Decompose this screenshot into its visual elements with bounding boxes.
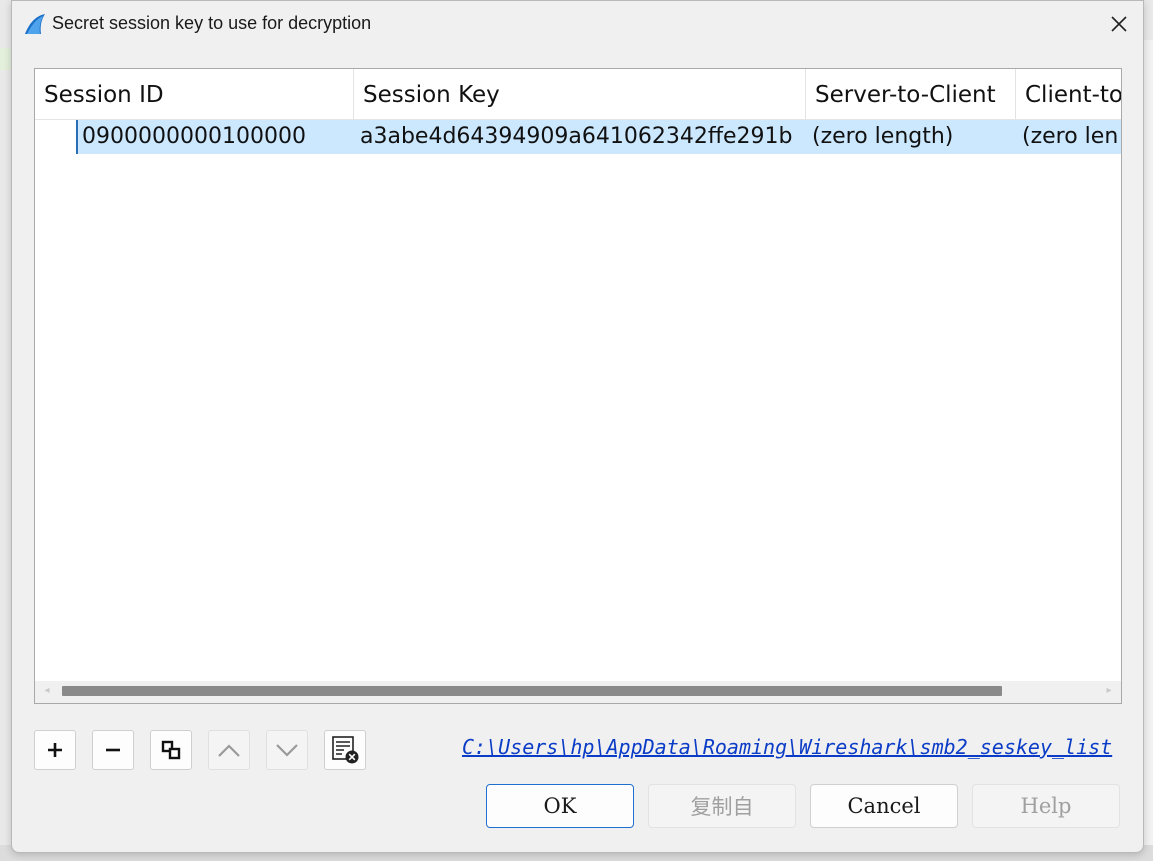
column-header-session-key[interactable]: Session Key	[354, 69, 806, 119]
column-header-session-id[interactable]: Session ID	[35, 69, 354, 119]
column-header-client-to-server[interactable]: Client-to	[1016, 69, 1121, 119]
cell-client-to-server[interactable]: (zero len	[1022, 120, 1121, 154]
close-button[interactable]	[1095, 1, 1143, 47]
cell-session-key[interactable]: a3abe4d64394909a641062342ffe291b	[360, 120, 810, 154]
clear-list-button[interactable]	[324, 730, 366, 770]
close-icon	[1111, 16, 1127, 32]
minus-icon	[106, 748, 120, 752]
horizontal-scrollbar[interactable]: ◂ ▸	[35, 681, 1121, 703]
help-button[interactable]: Help	[972, 784, 1120, 828]
copy-entry-button[interactable]	[150, 730, 192, 770]
background-app-edge	[1143, 40, 1153, 861]
scroll-right-icon[interactable]: ▸	[1103, 685, 1115, 697]
scroll-left-icon[interactable]: ◂	[41, 685, 53, 697]
cell-server-to-client[interactable]: (zero length)	[812, 120, 1012, 154]
remove-entry-button[interactable]	[92, 730, 134, 770]
ok-button[interactable]: OK	[486, 784, 634, 828]
table-row[interactable]: 0900000000100000 a3abe4d64394909a6410623…	[76, 120, 1121, 154]
chevron-up-icon	[218, 744, 240, 757]
column-header-server-to-client[interactable]: Server-to-Client	[806, 69, 1016, 119]
copy-icon	[161, 740, 181, 760]
copy-from-button[interactable]: 复制自	[648, 784, 796, 828]
title-bar: Secret session key to use for decryption	[12, 1, 1143, 47]
chevron-down-icon	[276, 744, 298, 757]
table-header: Session ID Session Key Server-to-Client …	[35, 69, 1121, 120]
cell-session-id[interactable]: 0900000000100000	[82, 120, 352, 154]
cancel-button[interactable]: Cancel	[810, 784, 958, 828]
clear-list-icon	[332, 736, 359, 764]
plus-icon	[48, 743, 62, 757]
session-key-dialog: Secret session key to use for decryption…	[11, 0, 1144, 853]
scrollbar-thumb[interactable]	[62, 686, 1002, 696]
move-up-button[interactable]	[208, 730, 250, 770]
move-down-button[interactable]	[266, 730, 308, 770]
window-title: Secret session key to use for decryption	[52, 13, 372, 33]
file-path-link[interactable]: C:\Users\hp\AppData\Roaming\Wireshark\sm…	[462, 735, 1112, 759]
session-key-table[interactable]: Session ID Session Key Server-to-Client …	[34, 68, 1122, 704]
wireshark-fin-icon	[25, 14, 45, 34]
add-entry-button[interactable]	[34, 730, 76, 770]
